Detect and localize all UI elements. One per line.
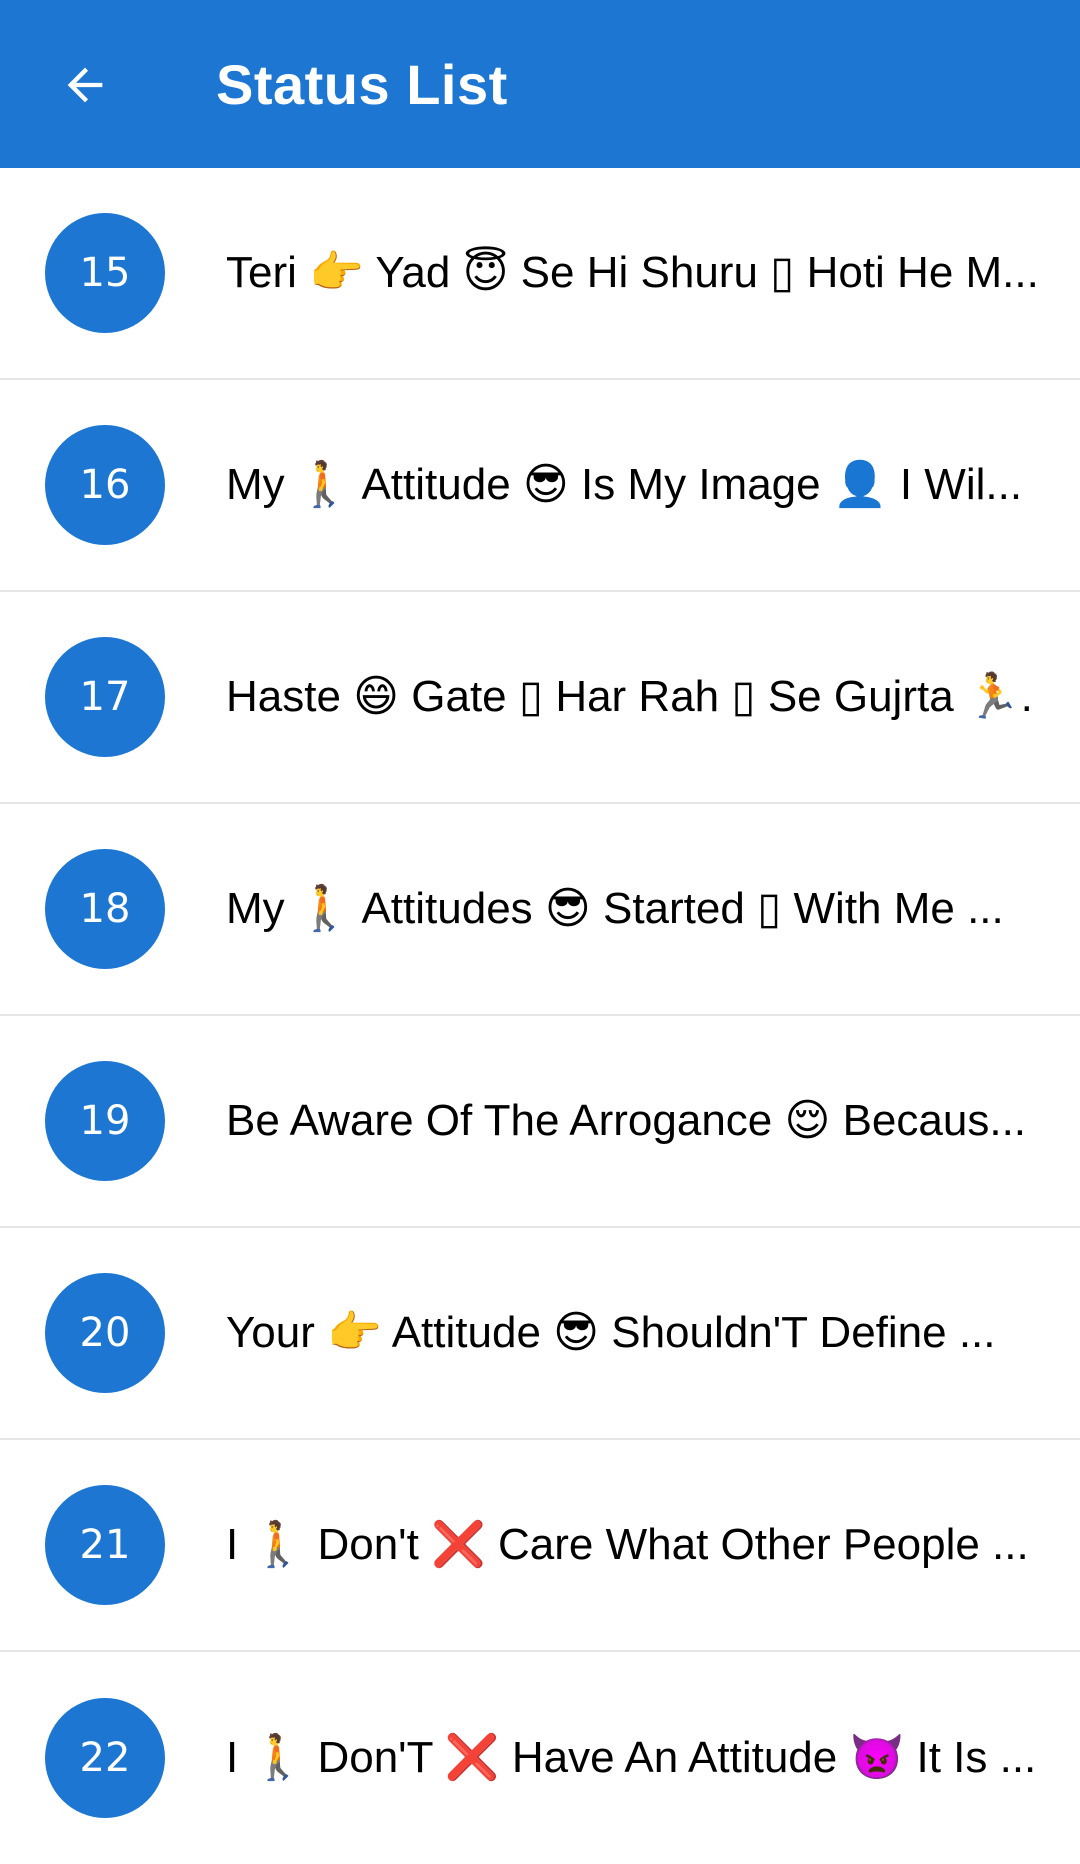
- page-title: Status List: [216, 53, 508, 116]
- status-text: I 🚶 Don'T ❌ Have An Attitude 👿 It Is ...: [226, 1733, 1036, 1782]
- status-list-item[interactable]: 22 I 🚶 Don'T ❌ Have An Attitude 👿 It Is …: [0, 1652, 1080, 1864]
- status-list-item[interactable]: 21 I 🚶 Don't ❌ Care What Other People ..…: [0, 1440, 1080, 1652]
- status-text: My 🚶 Attitudes 😎 Started ▯ With Me ...: [226, 884, 1004, 933]
- item-number-badge: 16: [45, 425, 165, 545]
- status-list-item[interactable]: 18 My 🚶 Attitudes 😎 Started ▯ With Me ..…: [0, 804, 1080, 1016]
- item-number-badge: 22: [45, 1698, 165, 1818]
- item-number-badge: 21: [45, 1485, 165, 1605]
- item-number-badge: 15: [45, 213, 165, 333]
- status-text: Haste 😄 Gate ▯ Har Rah ▯ Se Gujrta 🏃...: [226, 672, 1036, 721]
- status-text: Be Aware Of The Arrogance 😌 Becaus...: [226, 1096, 1027, 1145]
- item-number-badge: 19: [45, 1061, 165, 1181]
- status-list-item[interactable]: 20 Your 👉 Attitude 😎 Shouldn'T Define ..…: [0, 1228, 1080, 1440]
- arrow-left-icon: [67, 67, 103, 103]
- item-number-badge: 18: [45, 849, 165, 969]
- status-list-item[interactable]: 15 Teri 👉 Yad 😇 Se Hi Shuru ▯ Hoti He M.…: [0, 168, 1080, 380]
- status-list-item[interactable]: 19 Be Aware Of The Arrogance 😌 Becaus...: [0, 1016, 1080, 1228]
- app-bar: Status List: [0, 0, 1080, 168]
- status-text: Your 👉 Attitude 😎 Shouldn'T Define ...: [226, 1308, 996, 1357]
- status-text: My 🚶 Attitude 😎 Is My Image 👤 I Wil...: [226, 460, 1023, 509]
- back-button[interactable]: [50, 50, 120, 120]
- status-text: I 🚶 Don't ❌ Care What Other People ...: [226, 1520, 1029, 1569]
- status-list-item[interactable]: 16 My 🚶 Attitude 😎 Is My Image 👤 I Wil..…: [0, 380, 1080, 592]
- status-list: 15 Teri 👉 Yad 😇 Se Hi Shuru ▯ Hoti He M.…: [0, 168, 1080, 1864]
- status-list-item[interactable]: 17 Haste 😄 Gate ▯ Har Rah ▯ Se Gujrta 🏃.…: [0, 592, 1080, 804]
- item-number-badge: 20: [45, 1273, 165, 1393]
- item-number-badge: 17: [45, 637, 165, 757]
- status-text: Teri 👉 Yad 😇 Se Hi Shuru ▯ Hoti He M...: [226, 248, 1036, 297]
